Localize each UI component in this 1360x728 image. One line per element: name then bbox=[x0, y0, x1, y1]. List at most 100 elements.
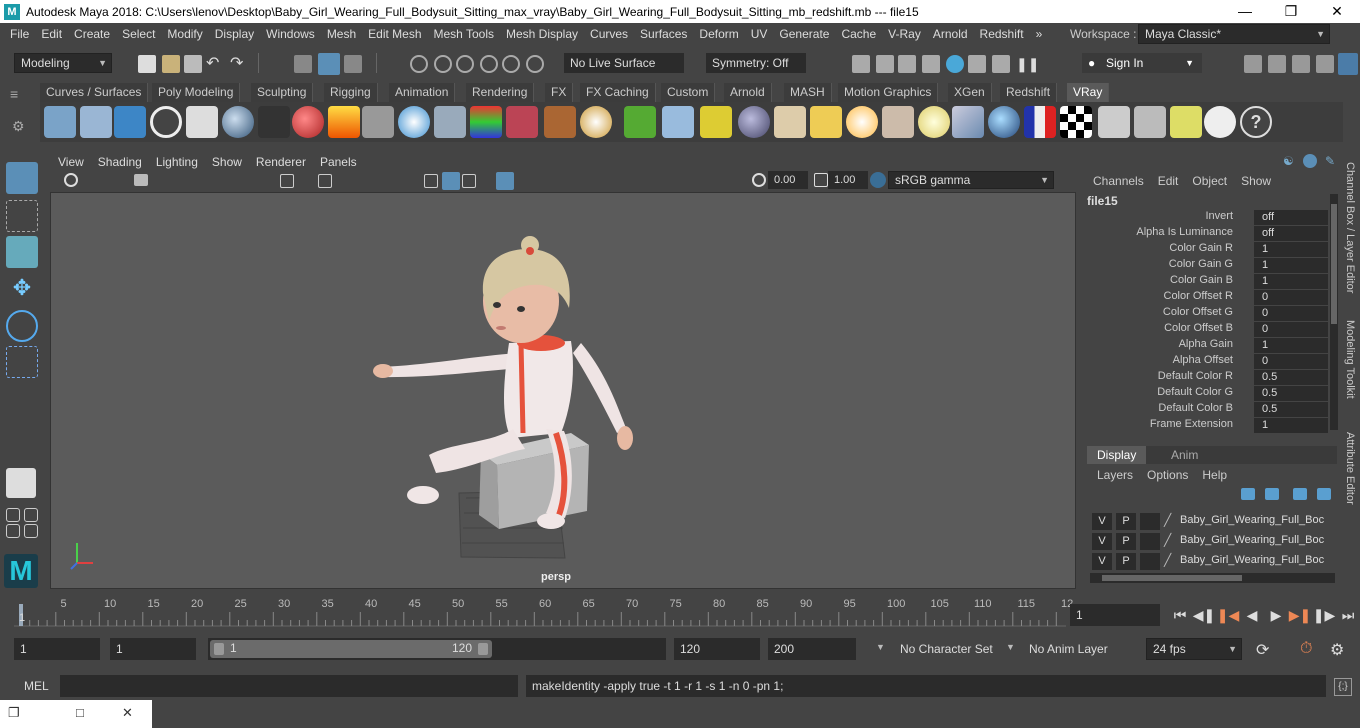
cb-attr-row[interactable]: Color Offset G 0 bbox=[1085, 306, 1328, 322]
textured-icon[interactable] bbox=[462, 174, 476, 188]
vray-sphere-icon[interactable] bbox=[952, 106, 984, 138]
render-region-icon[interactable] bbox=[852, 55, 870, 73]
tab-poly-modeling[interactable]: Poly Modeling bbox=[152, 83, 241, 102]
select-component-icon[interactable] bbox=[344, 55, 362, 73]
vray-curve-icon[interactable] bbox=[662, 106, 694, 138]
layer-playback-toggle[interactable]: P bbox=[1116, 553, 1136, 570]
gamma-icon[interactable] bbox=[814, 173, 828, 187]
chevron-down-icon[interactable]: ▼ bbox=[1006, 642, 1015, 652]
vray-dome-light-icon[interactable] bbox=[738, 106, 770, 138]
menu-display[interactable]: Display bbox=[209, 27, 260, 41]
vray-spot-light-icon[interactable] bbox=[774, 106, 806, 138]
rotate-tool-icon[interactable] bbox=[6, 310, 38, 342]
vray-fur-icon[interactable] bbox=[580, 106, 612, 138]
perspective-viewport[interactable]: persp bbox=[50, 192, 1076, 589]
channel-box-toggle-icon[interactable] bbox=[1338, 53, 1358, 75]
loop-icon[interactable]: ⟳ bbox=[1256, 640, 1269, 660]
snap-curve-icon[interactable] bbox=[434, 55, 452, 73]
lasso-tool-icon[interactable] bbox=[6, 200, 38, 232]
menu-edit-mesh[interactable]: Edit Mesh bbox=[362, 27, 427, 41]
layer-row[interactable]: V P ╱ Baby_Girl_Wearing_Full_Boc bbox=[1090, 552, 1335, 571]
vray-ies-light-icon[interactable] bbox=[846, 106, 878, 138]
playback-end-field[interactable]: 120 bbox=[674, 638, 760, 660]
render-view-icon[interactable] bbox=[968, 55, 986, 73]
vray-light-bulb-icon[interactable] bbox=[1134, 106, 1166, 138]
menu-curves[interactable]: Curves bbox=[584, 27, 634, 41]
menu-windows[interactable]: Windows bbox=[260, 27, 321, 41]
play-forwards-icon[interactable]: ▶ bbox=[1264, 607, 1288, 624]
tab-rigging[interactable]: Rigging bbox=[324, 83, 378, 102]
four-view-layout-icon[interactable] bbox=[6, 508, 20, 522]
menu-generate[interactable]: Generate bbox=[773, 27, 835, 41]
layer-visibility-toggle[interactable]: V bbox=[1092, 513, 1112, 530]
menu-modify[interactable]: Modify bbox=[161, 27, 208, 41]
vray-rect-icon[interactable] bbox=[918, 106, 950, 138]
sync-icon[interactable] bbox=[1303, 154, 1317, 168]
tab-display[interactable]: Display bbox=[1087, 446, 1147, 464]
tab-fx[interactable]: FX bbox=[545, 83, 574, 102]
menu-deform[interactable]: Deform bbox=[693, 27, 744, 41]
tool-settings-icon[interactable] bbox=[1316, 55, 1334, 73]
tab-curves-surfaces[interactable]: Curves / Surfaces bbox=[40, 83, 149, 102]
attr-value[interactable]: 1 bbox=[1254, 338, 1328, 353]
menu-arnold[interactable]: Arnold bbox=[927, 27, 974, 41]
vray-particle-icon[interactable] bbox=[624, 106, 656, 138]
layers-menu-help[interactable]: Help bbox=[1202, 468, 1227, 482]
undo-icon[interactable]: ↶ bbox=[206, 55, 224, 73]
vray-omni-light-icon[interactable] bbox=[810, 106, 842, 138]
cb-attr-row[interactable]: Alpha Is Luminance off bbox=[1085, 226, 1328, 242]
attribute-editor-icon[interactable] bbox=[1292, 55, 1310, 73]
workspace-dropdown[interactable]: Maya Classic* ▼ bbox=[1138, 24, 1330, 44]
move-layer-down-icon[interactable] bbox=[1265, 488, 1279, 500]
edit-pencil-icon[interactable]: ✎ bbox=[1325, 154, 1339, 168]
layer-row[interactable]: V P ╱ Baby_Girl_Wearing_Full_Boc bbox=[1090, 512, 1335, 531]
vp-menu-panels[interactable]: Panels bbox=[320, 155, 357, 169]
tab-vray[interactable]: VRay bbox=[1067, 83, 1110, 102]
menu-uv[interactable]: UV bbox=[745, 27, 774, 41]
single-perspective-layout-icon[interactable] bbox=[6, 468, 36, 498]
shelf-menu-icon[interactable]: ≡ bbox=[10, 86, 18, 102]
fps-dropdown[interactable]: 24 fps ▼ bbox=[1146, 638, 1242, 660]
layer-color-icon[interactable]: ╱ bbox=[1164, 533, 1180, 550]
cb-menu-edit[interactable]: Edit bbox=[1158, 174, 1179, 188]
vray-material-icon[interactable] bbox=[292, 106, 324, 138]
menu-mesh-tools[interactable]: Mesh Tools bbox=[428, 27, 500, 41]
menu-select[interactable]: Select bbox=[116, 27, 161, 41]
menu-mesh[interactable]: Mesh bbox=[321, 27, 362, 41]
tab-anim[interactable]: Anim bbox=[1161, 446, 1208, 464]
resolution-gate-icon[interactable] bbox=[318, 174, 332, 188]
layers-menu-options[interactable]: Options bbox=[1147, 468, 1188, 482]
vray-rect-light-icon[interactable] bbox=[470, 106, 502, 138]
scale-tool-icon[interactable] bbox=[6, 346, 38, 378]
attr-value[interactable]: off bbox=[1254, 226, 1328, 241]
cmd-language-label[interactable]: MEL bbox=[24, 679, 49, 693]
snap-surface-icon[interactable] bbox=[502, 55, 520, 73]
go-to-end-icon[interactable]: ⏭ bbox=[1336, 607, 1360, 624]
tab-redshift[interactable]: Redshift bbox=[1000, 83, 1058, 102]
vp-menu-shading[interactable]: Shading bbox=[98, 155, 142, 169]
anim-prefs-icon[interactable]: ⚙ bbox=[1330, 640, 1344, 660]
vray-render-icon[interactable] bbox=[1060, 106, 1092, 138]
menu-overflow[interactable]: » bbox=[1030, 27, 1049, 41]
tab-arnold[interactable]: Arnold bbox=[724, 83, 772, 102]
camera-icon[interactable] bbox=[134, 174, 148, 186]
attr-value[interactable]: 0.5 bbox=[1254, 370, 1328, 385]
cb-menu-object[interactable]: Object bbox=[1192, 174, 1227, 188]
cb-attr-row[interactable]: Color Offset R 0 bbox=[1085, 290, 1328, 306]
maya-m-logo-icon[interactable]: M bbox=[4, 554, 38, 588]
color-management-icon[interactable] bbox=[870, 172, 886, 188]
attr-value[interactable]: 1 bbox=[1254, 242, 1328, 257]
wireframe-icon[interactable] bbox=[424, 174, 438, 188]
layer-type-toggle[interactable] bbox=[1140, 553, 1160, 570]
vray-flag-icon[interactable] bbox=[988, 106, 1020, 138]
range-end-grip[interactable] bbox=[478, 643, 488, 655]
cb-attr-row[interactable]: Invert off bbox=[1085, 210, 1328, 226]
modeling-toolkit-icon[interactable] bbox=[1244, 55, 1262, 73]
vray-camera-icon[interactable] bbox=[258, 106, 290, 138]
layer-type-toggle[interactable] bbox=[1140, 513, 1160, 530]
attr-value[interactable]: 0 bbox=[1254, 306, 1328, 321]
cb-attr-row[interactable]: Alpha Offset 0 bbox=[1085, 354, 1328, 370]
menu-surfaces[interactable]: Surfaces bbox=[634, 27, 693, 41]
vray-mesh-light-icon[interactable] bbox=[700, 106, 732, 138]
new-layer-icon[interactable] bbox=[1293, 488, 1307, 500]
